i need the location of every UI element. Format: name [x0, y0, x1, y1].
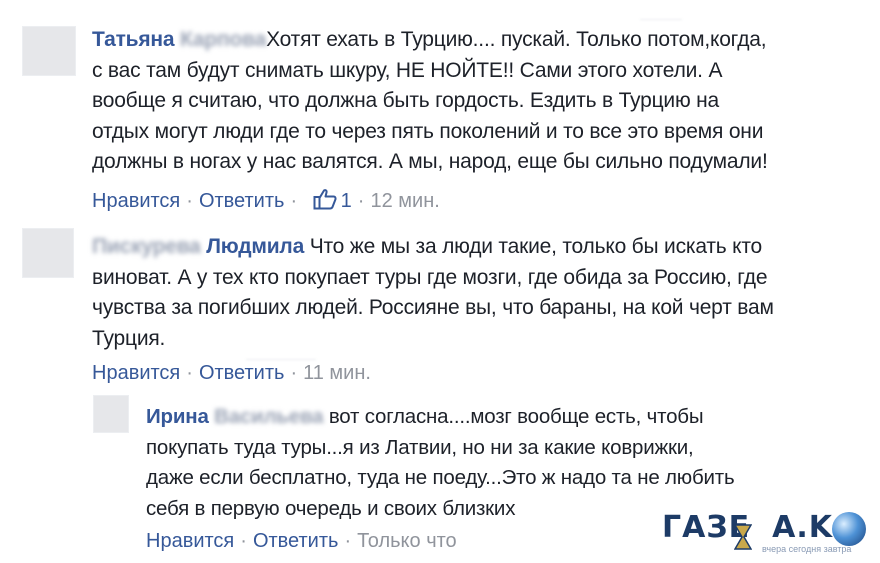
reply-link[interactable]: Ответить	[199, 362, 285, 384]
comment-body: Ирина Васильева вот согласна....мозг воо…	[146, 402, 846, 524]
author-name[interactable]: Ирина	[146, 405, 209, 428]
watermark-tagline: вчера сегодня завтра	[762, 544, 852, 554]
comment-line: Что же мы за люди такие, только бы искат…	[309, 235, 763, 258]
comment-line: Турция.	[92, 326, 166, 350]
watermark-logo: ГАЗЕ А.KG вчера сегодня завтра	[662, 508, 872, 558]
author-name[interactable]: Татьяна	[92, 28, 175, 51]
author-surname[interactable]: Пискурева	[92, 235, 201, 258]
comment-body: Татьяна КарповаХотят ехать в Турцию.... …	[92, 25, 862, 178]
like-link[interactable]: Нравится	[92, 362, 180, 384]
comment-actions: Нравится · Ответить · Только что	[146, 530, 457, 552]
reply-link[interactable]: Ответить	[199, 190, 285, 212]
like-count[interactable]: 1	[341, 190, 352, 212]
like-link[interactable]: Нравится	[92, 190, 180, 212]
author-surname[interactable]: Карпова	[180, 28, 266, 51]
avatar[interactable]	[93, 395, 129, 433]
comment-line: с вас там будут снимать шкуру, НЕ НОЙТЕ!…	[92, 58, 723, 82]
comment-line: должны в ногах у нас валятся. А мы, наро…	[92, 150, 768, 173]
comment-line: вообще я считаю, что должна быть гордост…	[92, 89, 720, 112]
timestamp[interactable]: 12 мин.	[370, 190, 439, 212]
comment-line: виноват. А у тех кто покупает туры где м…	[92, 265, 768, 289]
background-artifact: ———	[640, 10, 682, 26]
globe-icon	[832, 512, 866, 546]
comment-actions: Нравится · Ответить · 1 · 12 мин.	[92, 188, 440, 212]
author-name[interactable]: Людмила	[206, 235, 304, 258]
comment-actions: Нравится · Ответить · 11 мин.	[92, 362, 371, 384]
comment-line: Хотят ехать в Турцию.... пускай. Только …	[266, 28, 767, 51]
avatar[interactable]	[22, 26, 76, 76]
reply-link[interactable]: Ответить	[253, 530, 339, 552]
comment-body: Пискурева Людмила Что же мы за люди таки…	[92, 232, 862, 354]
comment-line: даже если бесплатно, туда не поеду...Это…	[146, 466, 735, 489]
comment-line: отдых могут люди где то через пять покол…	[92, 119, 764, 143]
author-surname[interactable]: Васильева	[214, 405, 323, 428]
timestamp[interactable]: 11 мин.	[303, 362, 371, 384]
timestamp[interactable]: Только что	[357, 530, 457, 552]
comment-line: вот согласна....мозг вообще есть, чтобы	[328, 405, 704, 428]
comment-line: чувства за погибших людей. Россияне вы, …	[92, 296, 774, 319]
thumbs-up-icon[interactable]	[313, 188, 337, 210]
watermark-brand: ГАЗЕ А.KG	[662, 510, 859, 545]
avatar[interactable]	[22, 228, 74, 278]
like-link[interactable]: Нравится	[146, 530, 234, 552]
hourglass-icon	[734, 524, 752, 550]
comment-line: себя в первую очередь и своих близких	[146, 496, 516, 520]
comment-line: покупать туда туры...я из Латвии, но ни …	[146, 435, 694, 459]
